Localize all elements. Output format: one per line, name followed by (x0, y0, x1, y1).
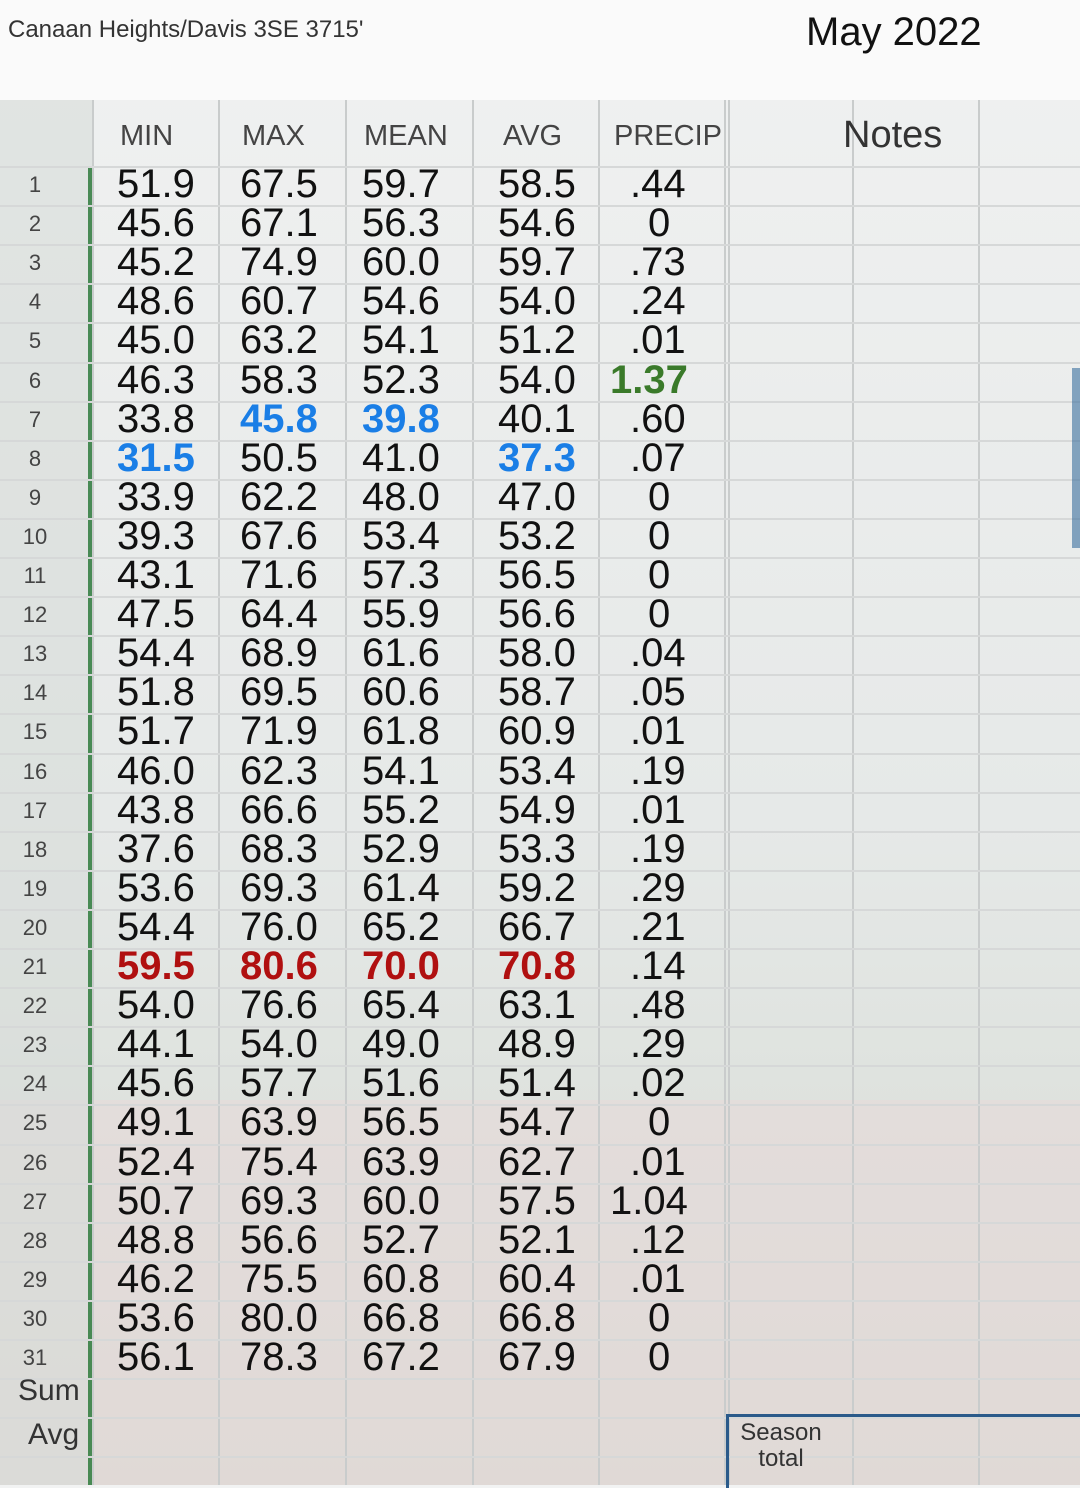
sheet-header: Canaan Heights/Davis 3SE 3715' May 2022 (0, 0, 1080, 100)
row-number[interactable]: 7 (0, 407, 70, 433)
row-number[interactable]: 21 (0, 954, 70, 980)
scroll-indicator[interactable] (1072, 368, 1080, 548)
row-number[interactable]: 30 (0, 1306, 70, 1332)
row-number[interactable]: 9 (0, 485, 70, 511)
season-total-label: Season total (740, 1419, 822, 1472)
row-number[interactable]: 15 (0, 719, 70, 745)
row-number[interactable]: 1 (0, 172, 70, 198)
column-header-min[interactable]: MIN (120, 120, 173, 153)
row-number[interactable]: 3 (0, 250, 70, 276)
row-number[interactable]: 29 (0, 1267, 70, 1293)
month-title: May 2022 (806, 10, 982, 54)
row-number[interactable]: 27 (0, 1189, 70, 1215)
row-number[interactable]: 20 (0, 915, 70, 941)
notes-header[interactable]: Notes (843, 114, 942, 157)
row-number[interactable]: 24 (0, 1071, 70, 1097)
cell-max[interactable]: 78.3 (240, 1335, 318, 1380)
row-number[interactable]: 31 (0, 1345, 70, 1371)
row-number[interactable]: 16 (0, 759, 70, 785)
row-number[interactable]: 17 (0, 798, 70, 824)
row-number[interactable]: 25 (0, 1110, 70, 1136)
avg-row-label: Avg (28, 1418, 80, 1451)
row-number[interactable]: 11 (0, 563, 70, 589)
row-number[interactable]: 23 (0, 1032, 70, 1058)
row-number[interactable]: 5 (0, 328, 70, 354)
row-number[interactable]: 14 (0, 680, 70, 706)
row-number[interactable]: 28 (0, 1228, 70, 1254)
row-number[interactable]: 13 (0, 641, 70, 667)
column-header-precip[interactable]: PRECIP (614, 120, 722, 153)
column-header-avg[interactable]: AVG (503, 120, 562, 153)
row-number[interactable]: 26 (0, 1150, 70, 1176)
row-number[interactable]: 6 (0, 368, 70, 394)
row-number[interactable]: 4 (0, 289, 70, 315)
row-number[interactable]: 18 (0, 837, 70, 863)
row-number[interactable]: 10 (0, 524, 70, 550)
row-number[interactable]: 8 (0, 446, 70, 472)
row-number[interactable]: 22 (0, 993, 70, 1019)
cell-mean[interactable]: 67.2 (362, 1335, 440, 1380)
sum-row-label: Sum (18, 1374, 80, 1407)
row-number[interactable]: 19 (0, 876, 70, 902)
column-header-mean[interactable]: MEAN (364, 120, 448, 153)
cell-avg[interactable]: 67.9 (498, 1335, 576, 1380)
row-number[interactable]: 12 (0, 602, 70, 628)
cell-precip[interactable]: 0 (648, 1335, 670, 1380)
column-header-max[interactable]: MAX (242, 120, 305, 153)
row-number[interactable]: 2 (0, 211, 70, 237)
station-title: Canaan Heights/Davis 3SE 3715' (8, 16, 364, 43)
cell-min[interactable]: 56.1 (117, 1335, 195, 1380)
